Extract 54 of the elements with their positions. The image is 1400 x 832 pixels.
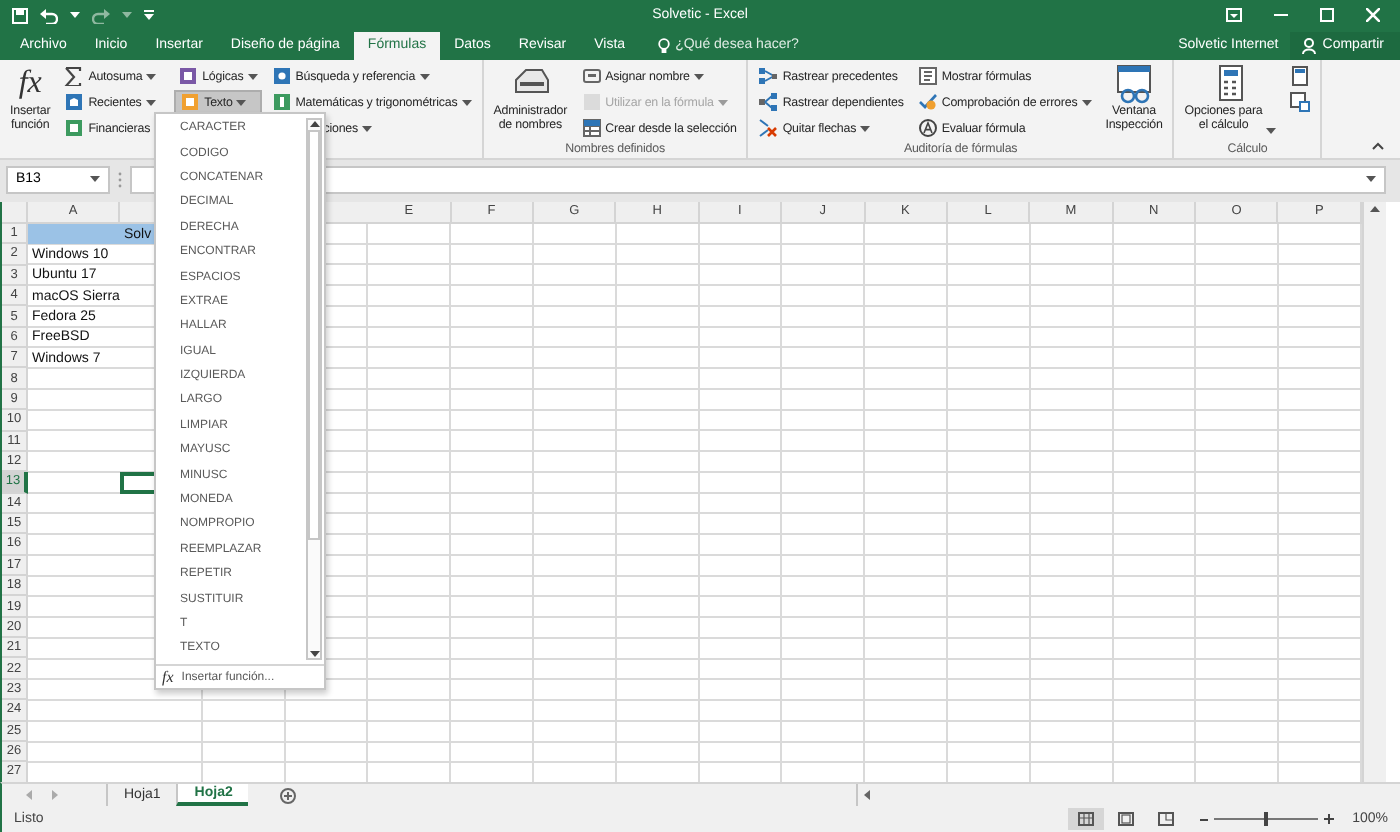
caret-icon: [145, 99, 156, 106]
function-book-icon: [581, 92, 602, 113]
zoom-slider-thumb[interactable]: [1264, 812, 1269, 827]
tag-icon: [581, 66, 602, 87]
function-book-icon: [64, 118, 85, 139]
caret-icon: [419, 73, 430, 80]
scroll-left-icon[interactable]: [864, 790, 870, 801]
sheet-calculate-icon[interactable]: [1290, 92, 1311, 113]
function-book-icon: [178, 66, 199, 87]
scroll-down-icon[interactable]: [309, 650, 319, 658]
evaluate-icon: [917, 118, 938, 139]
caret-icon: [461, 99, 472, 106]
scrollbar-thumb[interactable]: [308, 130, 320, 540]
undo-icon[interactable]: [40, 7, 58, 24]
remove-arrows-icon: [758, 118, 779, 139]
caret-icon: [1366, 176, 1376, 183]
caret-icon: [247, 73, 258, 80]
caret-icon: [693, 73, 704, 80]
caret-icon: [717, 99, 728, 106]
caret-icon: [146, 73, 157, 80]
page-layout-icon[interactable]: [1118, 812, 1135, 827]
function-book-icon: [64, 92, 85, 113]
caret-icon: [860, 125, 871, 132]
add-sheet-icon[interactable]: [280, 787, 297, 804]
zoom-out-icon[interactable]: [1200, 815, 1209, 824]
caret-icon: [90, 176, 100, 183]
save-icon[interactable]: [12, 7, 28, 24]
close-icon[interactable]: [1366, 8, 1380, 23]
trace-arrows-icon: [758, 92, 779, 113]
function-symbol: fx: [18, 63, 42, 104]
caret-icon: [362, 125, 373, 132]
collapse-ribbon-icon[interactable]: [1372, 141, 1384, 150]
caret-icon: [70, 12, 80, 19]
function-book-icon: [271, 66, 292, 87]
caret-icon: [1266, 127, 1277, 134]
trace-arrows-icon: [758, 66, 779, 87]
maximize-icon[interactable]: [1320, 8, 1334, 23]
table-icon: [581, 118, 602, 139]
caret-icon: [236, 99, 247, 106]
person-icon: [1302, 37, 1317, 54]
sheet-icon: [917, 66, 938, 87]
zoom-in-icon[interactable]: [1324, 814, 1335, 825]
redo-icon: [92, 7, 110, 24]
calculator-icon[interactable]: [1290, 66, 1311, 87]
error-check-icon: [917, 92, 938, 113]
sum-icon: [64, 66, 85, 87]
page-break-icon[interactable]: [1158, 812, 1175, 827]
caret-icon: [122, 12, 132, 19]
vertical-scrollbar[interactable]: [1362, 201, 1386, 783]
customize-icon[interactable]: [144, 10, 154, 21]
caret-icon: [1081, 99, 1092, 106]
ribbon-display-icon[interactable]: [1226, 8, 1242, 23]
normal-view-icon[interactable]: [1078, 812, 1095, 827]
lightbulb-icon: [657, 37, 670, 54]
